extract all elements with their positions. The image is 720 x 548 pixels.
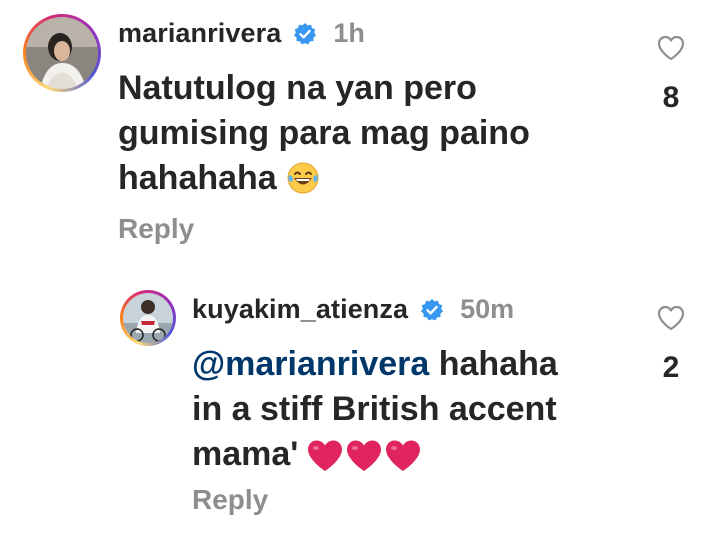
avatar[interactable] <box>23 14 101 92</box>
comment-text: Natutulog na yan pero gumising para mag … <box>118 66 638 207</box>
heart-outline-icon[interactable] <box>656 34 686 67</box>
verified-badge-icon <box>420 298 444 322</box>
mention-link[interactable]: @marianrivera <box>192 345 429 383</box>
avatar-photo <box>123 293 173 343</box>
avatar[interactable] <box>120 290 176 346</box>
comment-line: mama' <box>192 432 652 485</box>
comment-line: @marianrivera hahaha <box>192 345 558 383</box>
username[interactable]: kuyakim_atienza <box>192 294 408 325</box>
red-hearts-emoji <box>306 439 422 485</box>
timestamp: 50m <box>460 294 515 324</box>
comment-marianrivera: marianrivera 1h Natutulog na yan pero gu… <box>0 0 720 270</box>
avatar-photo <box>26 17 98 89</box>
red-heart-icon <box>345 439 383 485</box>
comment-text: @marianrivera hahaha in a stiff British … <box>192 342 652 485</box>
reply-button[interactable]: Reply <box>192 484 268 516</box>
red-heart-icon <box>384 439 422 485</box>
comment-line: Natutulog na yan pero <box>118 69 477 107</box>
verified-badge-icon <box>293 22 317 46</box>
red-heart-icon <box>306 439 344 485</box>
comment-kuyakim-atienza: kuyakim_atienza 50m @marianrivera hahaha… <box>0 270 720 548</box>
laughing-tears-emoji-icon <box>286 161 320 207</box>
comment-line: gumising para mag paino <box>118 114 530 152</box>
username[interactable]: marianrivera <box>118 18 281 49</box>
comment-header: kuyakim_atienza 50m <box>192 294 514 325</box>
heart-outline-icon[interactable] <box>656 304 686 337</box>
comment-line: in a stiff British accent <box>192 390 557 428</box>
like-control: 8 <box>653 34 689 115</box>
reply-button[interactable]: Reply <box>118 213 194 245</box>
like-count: 8 <box>662 81 680 114</box>
like-control: 2 <box>653 304 689 385</box>
like-count: 2 <box>662 351 680 384</box>
timestamp: 1h <box>333 18 365 48</box>
comment-line: hahahaha <box>118 156 638 207</box>
comment-header: marianrivera 1h <box>118 18 365 49</box>
